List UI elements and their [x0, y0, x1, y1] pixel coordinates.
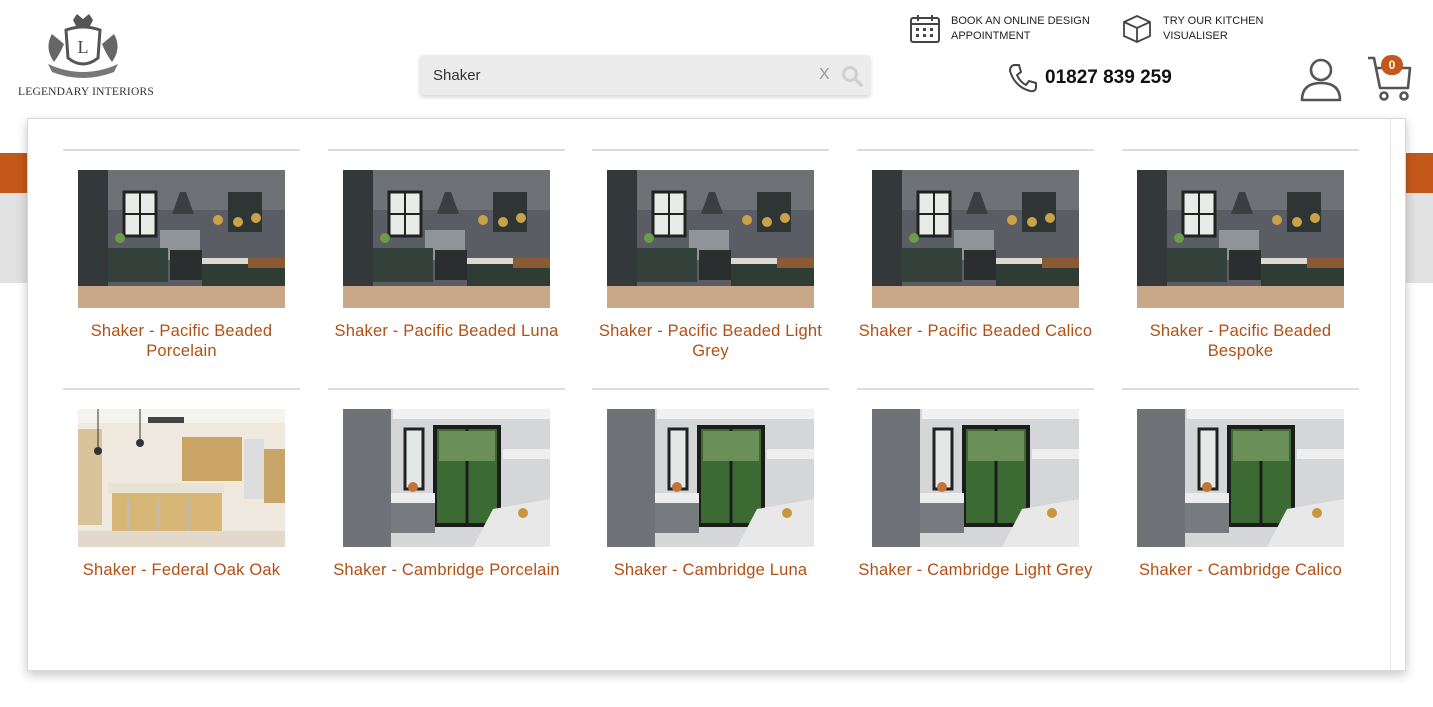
search-icon[interactable] — [841, 65, 863, 87]
result-divider — [857, 149, 1094, 151]
result-title[interactable]: Shaker - Cambridge Porcelain — [326, 560, 567, 580]
result-title[interactable]: Shaker - Cambridge Luna — [590, 560, 831, 580]
result-thumbnail[interactable] — [343, 409, 550, 547]
result-divider — [328, 388, 565, 390]
book-appointment-link[interactable]: BOOK AN ONLINE DESIGN APPOINTMENT — [909, 14, 1094, 46]
search-box: X — [420, 55, 870, 95]
result-thumbnail[interactable] — [607, 170, 814, 308]
phone-number: 01827 839 259 — [1045, 67, 1172, 88]
search-result-item[interactable]: Shaker - Cambridge Calico — [1122, 388, 1359, 608]
result-title[interactable]: Shaker - Pacific Beaded Porcelain — [61, 321, 302, 361]
result-title[interactable]: Shaker - Federal Oak Oak — [61, 560, 302, 580]
search-result-item[interactable]: Shaker - Federal Oak Oak — [63, 388, 300, 608]
result-divider — [1122, 149, 1359, 151]
search-result-item[interactable]: Shaker - Cambridge Luna — [592, 388, 829, 608]
result-divider — [857, 388, 1094, 390]
search-result-item[interactable]: Shaker - Pacific Beaded Bespoke — [1122, 149, 1359, 369]
result-thumbnail[interactable] — [343, 170, 550, 308]
result-divider — [592, 149, 829, 151]
search-result-item[interactable]: Shaker - Cambridge Porcelain — [328, 388, 565, 608]
cart-count-badge: 0 — [1381, 55, 1403, 75]
result-title[interactable]: Shaker - Cambridge Calico — [1120, 560, 1361, 580]
phone-link[interactable]: 01827 839 259 — [1007, 62, 1187, 94]
result-thumbnail[interactable] — [872, 409, 1079, 547]
result-thumbnail[interactable] — [872, 170, 1079, 308]
result-thumbnail[interactable] — [78, 170, 285, 308]
result-title[interactable]: Shaker - Pacific Beaded Luna — [326, 321, 567, 341]
search-result-item[interactable]: Shaker - Pacific Beaded Porcelain — [63, 149, 300, 369]
result-title[interactable]: Shaker - Pacific Beaded Bespoke — [1120, 321, 1361, 361]
account-icon[interactable] — [1298, 56, 1344, 102]
result-thumbnail[interactable] — [78, 409, 285, 547]
search-result-item[interactable]: Shaker - Cambridge Light Grey — [857, 388, 1094, 608]
svg-text:L: L — [78, 37, 89, 57]
result-divider — [63, 149, 300, 151]
dropdown-scrollbar[interactable] — [1390, 119, 1391, 670]
search-results-dropdown: Shaker - Pacific Beaded Porcelain Shaker … — [27, 118, 1406, 671]
search-input[interactable] — [420, 55, 810, 95]
brand-name: LEGENDARY INTERIORS — [18, 86, 154, 98]
search-result-item[interactable]: Shaker - Pacific Beaded Calico — [857, 149, 1094, 369]
result-divider — [592, 388, 829, 390]
result-divider — [63, 388, 300, 390]
brand-logo[interactable]: L LEGENDARY INTERIORS — [18, 14, 154, 100]
result-thumbnail[interactable] — [1137, 409, 1344, 547]
kitchen-visualiser-label: TRY OUR KITCHEN VISUALISER — [1163, 15, 1264, 42]
result-title[interactable]: Shaker - Pacific Beaded Calico — [855, 321, 1096, 341]
calendar-icon — [910, 15, 940, 43]
book-appointment-label: BOOK AN ONLINE DESIGN APPOINTMENT — [951, 15, 1090, 42]
cube-icon — [1123, 15, 1151, 43]
clear-search-button[interactable]: X — [819, 65, 833, 85]
result-divider — [1122, 388, 1359, 390]
crest-icon: L — [48, 14, 118, 78]
result-thumbnail[interactable] — [1137, 170, 1344, 308]
result-title[interactable]: Shaker - Pacific Beaded Light Grey — [590, 321, 831, 361]
kitchen-visualiser-link[interactable]: TRY OUR KITCHEN VISUALISER — [1121, 14, 1266, 46]
result-divider — [328, 149, 565, 151]
phone-icon — [1009, 64, 1037, 93]
result-title[interactable]: Shaker - Cambridge Light Grey — [855, 560, 1096, 580]
search-result-item[interactable]: Shaker - Pacific Beaded Luna — [328, 149, 565, 369]
search-result-item[interactable]: Shaker - Pacific Beaded Light Grey — [592, 149, 829, 369]
result-thumbnail[interactable] — [607, 409, 814, 547]
